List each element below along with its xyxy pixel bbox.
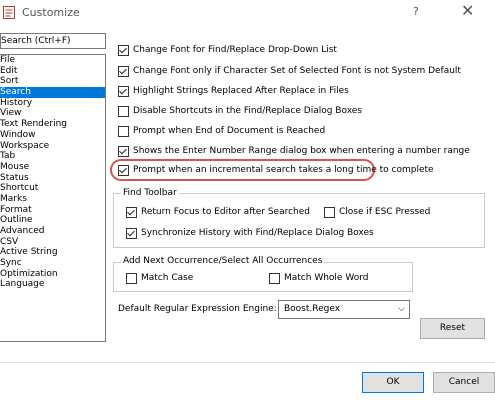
category-item-workspace[interactable]: Workspace [0, 141, 105, 152]
option-highlight-replaced[interactable]: Highlight Strings Replaced After Replace… [118, 84, 349, 98]
category-item-edit[interactable]: Edit [0, 66, 105, 77]
category-item-csv[interactable]: CSV [0, 237, 105, 248]
category-item-sort[interactable]: Sort [0, 76, 105, 87]
option-label: Return Focus to Editor after Searched [141, 207, 311, 217]
option-label: Prompt when End of Document is Reached [133, 126, 326, 136]
category-item-view[interactable]: View [0, 108, 105, 119]
chevron-down-icon: ⌵ [398, 304, 405, 314]
checkbox[interactable] [118, 65, 129, 77]
checkbox[interactable] [118, 145, 129, 157]
checkbox[interactable] [118, 44, 129, 56]
app-icon [3, 6, 15, 19]
category-item-outline[interactable]: Outline [0, 215, 105, 226]
category-item-optimization[interactable]: Optimization [0, 269, 105, 280]
regex-engine-value: Boost.Regex [284, 304, 341, 314]
category-item-shortcut[interactable]: Shortcut [0, 183, 105, 194]
option-label: Change Font for Find/Replace Drop-Down L… [133, 45, 337, 55]
option-match-whole-word[interactable]: Match Whole Word [269, 271, 368, 285]
category-item-file[interactable]: File [0, 55, 105, 66]
title-bar: Customize ? ✕ [0, 0, 495, 26]
category-item-history[interactable]: History [0, 98, 105, 109]
checkbox[interactable] [126, 206, 137, 218]
checkbox[interactable] [118, 85, 129, 97]
close-button[interactable]: ✕ [461, 1, 474, 20]
option-prompt-incremental-search[interactable]: Prompt when an incremental search takes … [118, 163, 434, 177]
option-label: Disable Shortcuts in the Find/Replace Di… [133, 106, 362, 116]
category-item-language[interactable]: Language [0, 279, 105, 290]
checkbox[interactable] [269, 272, 280, 284]
checkbox[interactable] [324, 206, 335, 218]
add-next-title: Add Next Occurrence/Select All Occurrenc… [121, 256, 325, 266]
option-label: Change Font only if Character Set of Sel… [133, 66, 461, 76]
checkbox[interactable] [118, 164, 129, 176]
category-item-advanced[interactable]: Advanced [0, 226, 105, 237]
option-label: Match Whole Word [284, 273, 369, 283]
search-input[interactable] [1, 34, 105, 48]
checkbox[interactable] [118, 125, 129, 137]
category-item-marks[interactable]: Marks [0, 194, 105, 205]
option-sync-history[interactable]: Synchronize History with Find/Replace Di… [126, 226, 374, 240]
option-change-font-dropdown[interactable]: Change Font for Find/Replace Drop-Down L… [118, 43, 337, 57]
reset-button[interactable]: Reset [420, 318, 485, 339]
checkbox[interactable] [118, 105, 129, 117]
option-disable-shortcuts[interactable]: Disable Shortcuts in the Find/Replace Di… [118, 104, 362, 118]
footer-divider [0, 362, 495, 363]
option-label: Match Case [141, 273, 194, 283]
category-item-sync[interactable]: Sync [0, 258, 105, 269]
window-title: Customize [22, 6, 80, 19]
option-close-esc[interactable]: Close if ESC Pressed [324, 205, 430, 219]
checkbox[interactable] [126, 227, 137, 239]
option-label: Shows the Enter Number Range dialog box … [133, 146, 470, 156]
option-label: Prompt when an incremental search takes … [133, 165, 434, 175]
ok-button[interactable]: OK [362, 372, 424, 393]
category-item-tab[interactable]: Tab [0, 151, 105, 162]
option-label: Close if ESC Pressed [339, 207, 431, 217]
search-field[interactable] [0, 33, 106, 49]
option-prompt-end-document[interactable]: Prompt when End of Document is Reached [118, 124, 325, 138]
category-item-window[interactable]: Window [0, 130, 105, 141]
regex-engine-select[interactable]: Boost.Regex ⌵ [278, 300, 410, 319]
help-button[interactable]: ? [413, 5, 419, 18]
category-item-status[interactable]: Status [0, 173, 105, 184]
find-toolbar-title: Find Toolbar [121, 188, 179, 198]
option-number-range-dialog[interactable]: Shows the Enter Number Range dialog box … [118, 144, 470, 158]
category-item-mouse[interactable]: Mouse [0, 162, 105, 173]
checkbox[interactable] [126, 272, 137, 284]
cancel-button[interactable]: Cancel [433, 372, 495, 393]
regex-engine-label: Default Regular Expression Engine: [118, 304, 277, 314]
option-label: Synchronize History with Find/Replace Di… [141, 228, 374, 238]
category-list[interactable]: File Edit Sort Search History View Text … [0, 54, 106, 342]
category-item-active-string[interactable]: Active String [0, 247, 105, 258]
category-item-format[interactable]: Format [0, 205, 105, 216]
category-item-search[interactable]: Search [0, 87, 105, 98]
category-item-text-rendering[interactable]: Text Rendering [0, 119, 105, 130]
option-change-font-charset[interactable]: Change Font only if Character Set of Sel… [118, 64, 461, 78]
option-return-focus[interactable]: Return Focus to Editor after Searched [126, 205, 310, 219]
option-label: Highlight Strings Replaced After Replace… [133, 86, 349, 96]
option-match-case[interactable]: Match Case [126, 271, 193, 285]
